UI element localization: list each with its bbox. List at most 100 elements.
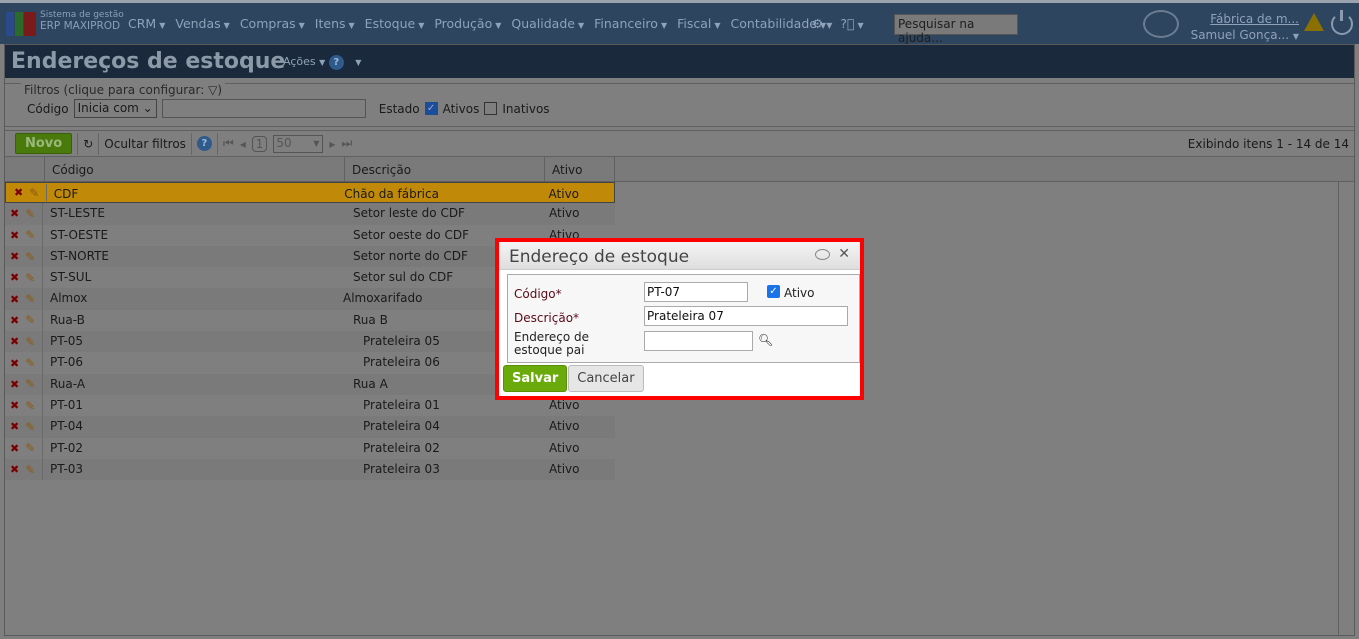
logo — [6, 12, 36, 36]
parent-label: Endereço de estoque pai — [514, 330, 589, 357]
brand-line1: Sistema de gestão — [40, 10, 124, 20]
gear-icon[interactable]: ⚙ ▼ — [812, 16, 832, 31]
delete-icon[interactable]: ✖ — [10, 442, 19, 455]
ativo-checkbox[interactable]: ✓ — [767, 285, 780, 298]
cell-codigo: CDF — [45, 184, 344, 202]
table-row[interactable]: ✖ ✎ CDF Chão da fábrica Ativo — [5, 182, 615, 204]
menu-item[interactable]: Estoque ▼ — [365, 16, 425, 31]
ativos-checkbox[interactable]: ✓ — [424, 102, 438, 115]
table-row[interactable]: ✖ ✎ PT-04 Prateleira 04 Ativo — [5, 416, 615, 438]
top-nav: Sistema de gestão ERP MAXIPROD CRM ▼ Vendas… — [0, 0, 1359, 45]
menu-item-label: Qualidade — [511, 16, 575, 31]
codigo-operator-select[interactable]: Inicia com ⌄ — [73, 99, 157, 118]
menu-item[interactable]: Fiscal ▼ — [677, 16, 720, 31]
actions-label[interactable]: Ações — [283, 55, 316, 68]
menu-item-label: Produção — [434, 16, 493, 31]
codigo-filter-label: Código — [27, 101, 69, 116]
company-link[interactable]: Fábrica de m... — [1210, 12, 1299, 26]
edit-icon[interactable]: ✎ — [25, 292, 35, 306]
delete-icon[interactable]: ✖ — [10, 229, 19, 242]
help-icon[interactable]: ? — [196, 136, 212, 151]
delete-icon[interactable]: ✖ — [10, 357, 19, 370]
cell-descricao: Chão da fábrica — [344, 187, 439, 201]
menu-item[interactable]: Vendas ▼ — [175, 16, 229, 31]
power-icon[interactable] — [1331, 10, 1353, 35]
filters-legend[interactable]: Filtros (clique para configurar: ▽) — [21, 83, 226, 97]
user-name[interactable]: Samuel Gonça... — [1191, 28, 1289, 42]
edit-icon[interactable]: ✎ — [25, 441, 35, 455]
menu-item-label: Financeiro — [594, 16, 658, 31]
delete-icon[interactable]: ✖ — [10, 378, 19, 391]
comment-icon[interactable] — [815, 249, 830, 260]
edit-icon[interactable]: ✎ — [25, 356, 35, 370]
help-search-input[interactable]: Pesquisar na ajuda... — [894, 14, 1018, 45]
search-icon[interactable]: 🔍︎ — [758, 333, 773, 347]
warning-icon[interactable] — [1304, 13, 1324, 31]
menu-item[interactable]: Financeiro ▼ — [594, 16, 667, 31]
delete-icon[interactable]: ✖ — [10, 335, 19, 348]
table-row[interactable]: ✖ ✎ PT-02 Prateleira 02 Ativo — [5, 437, 615, 459]
edit-icon[interactable]: ✎ — [25, 335, 35, 349]
delete-icon[interactable]: ✖ — [10, 399, 19, 412]
col-codigo[interactable]: Código — [45, 157, 345, 181]
close-icon[interactable]: ✕ — [838, 246, 850, 262]
filter-icon[interactable]: ▽ — [208, 83, 217, 97]
edit-icon[interactable]: ✎ — [25, 271, 35, 285]
menu-item[interactable]: CRM ▼ — [128, 16, 165, 31]
delete-icon[interactable]: ✖ — [10, 293, 19, 306]
user-info[interactable]: Fábrica de m... Samuel Gonça... ▼ — [1191, 11, 1299, 45]
chat-icon[interactable] — [1143, 10, 1179, 38]
edit-icon[interactable]: ✎ — [25, 377, 35, 391]
parent-field[interactable] — [644, 331, 753, 351]
cell-codigo: PT-05 — [42, 331, 342, 353]
delete-icon[interactable]: ✖ — [14, 186, 23, 199]
ativo-label: Ativo — [784, 286, 815, 300]
page-size-select[interactable]: 50 ▼ — [273, 134, 324, 153]
menu-item[interactable]: Produção ▼ — [434, 16, 501, 31]
menu-item[interactable]: Compras ▼ — [240, 16, 305, 31]
col-descricao[interactable]: Descrição — [345, 157, 545, 181]
table-row[interactable]: ✖ ✎ ST-LESTE Setor leste do CDF Ativo — [5, 203, 615, 225]
cell-codigo: Almox — [42, 288, 342, 310]
edit-icon[interactable]: ✎ — [25, 313, 35, 327]
last-page-icon[interactable]: ⏭ — [341, 136, 352, 151]
edit-icon[interactable]: ✎ — [25, 207, 35, 221]
menu-item[interactable]: Itens ▼ — [315, 16, 355, 31]
delete-icon[interactable]: ✖ — [10, 420, 19, 433]
first-page-icon[interactable]: ⏮ — [223, 136, 234, 151]
cancel-button[interactable]: Cancelar — [568, 365, 644, 392]
delete-icon[interactable]: ✖ — [10, 463, 19, 476]
save-button[interactable]: Salvar — [503, 365, 568, 392]
descricao-field[interactable]: Prateleira 07 — [644, 306, 848, 326]
chevron-down-icon: ▼ — [714, 21, 721, 30]
menu-item[interactable]: Qualidade ▼ — [511, 16, 584, 31]
codigo-filter-input[interactable] — [161, 99, 366, 118]
delete-icon[interactable]: ✖ — [10, 271, 19, 284]
prev-page-icon[interactable]: ◂ — [240, 137, 246, 151]
page-number[interactable]: 1 — [251, 135, 268, 152]
edit-icon[interactable]: ✎ — [25, 228, 35, 242]
inativos-checkbox[interactable] — [484, 102, 498, 115]
delete-icon[interactable]: ✖ — [10, 250, 19, 263]
page-size-value: 50 — [276, 135, 292, 150]
edit-icon[interactable]: ✎ — [25, 420, 35, 434]
hide-filters-button[interactable]: Ocultar filtros — [104, 137, 186, 151]
help-icon[interactable]: ?⃝ ▼ — [840, 16, 863, 31]
refresh-icon[interactable]: ↻ — [83, 137, 93, 151]
edit-icon[interactable]: ✎ — [25, 463, 35, 477]
new-button[interactable]: Novo — [15, 133, 73, 154]
col-ativo[interactable]: Ativo — [545, 157, 615, 181]
ativos-label: Ativos — [442, 101, 480, 116]
delete-icon[interactable]: ✖ — [10, 207, 19, 220]
delete-icon[interactable]: ✖ — [10, 314, 19, 327]
help-icon[interactable]: ? — [328, 55, 344, 70]
edit-icon[interactable]: ✎ — [25, 399, 35, 413]
edit-icon[interactable]: ✎ — [25, 250, 35, 264]
codigo-field[interactable]: PT-07 — [644, 282, 748, 302]
table-row[interactable]: ✖ ✎ PT-03 Prateleira 03 Ativo — [5, 458, 615, 481]
scrollbar[interactable] — [1338, 182, 1354, 635]
menu-item-label: Vendas — [175, 16, 221, 31]
next-page-icon[interactable]: ▸ — [329, 137, 335, 151]
actions-menu[interactable]: Ações ▼ ? ▼ — [283, 55, 361, 70]
edit-icon[interactable]: ✎ — [29, 186, 39, 200]
